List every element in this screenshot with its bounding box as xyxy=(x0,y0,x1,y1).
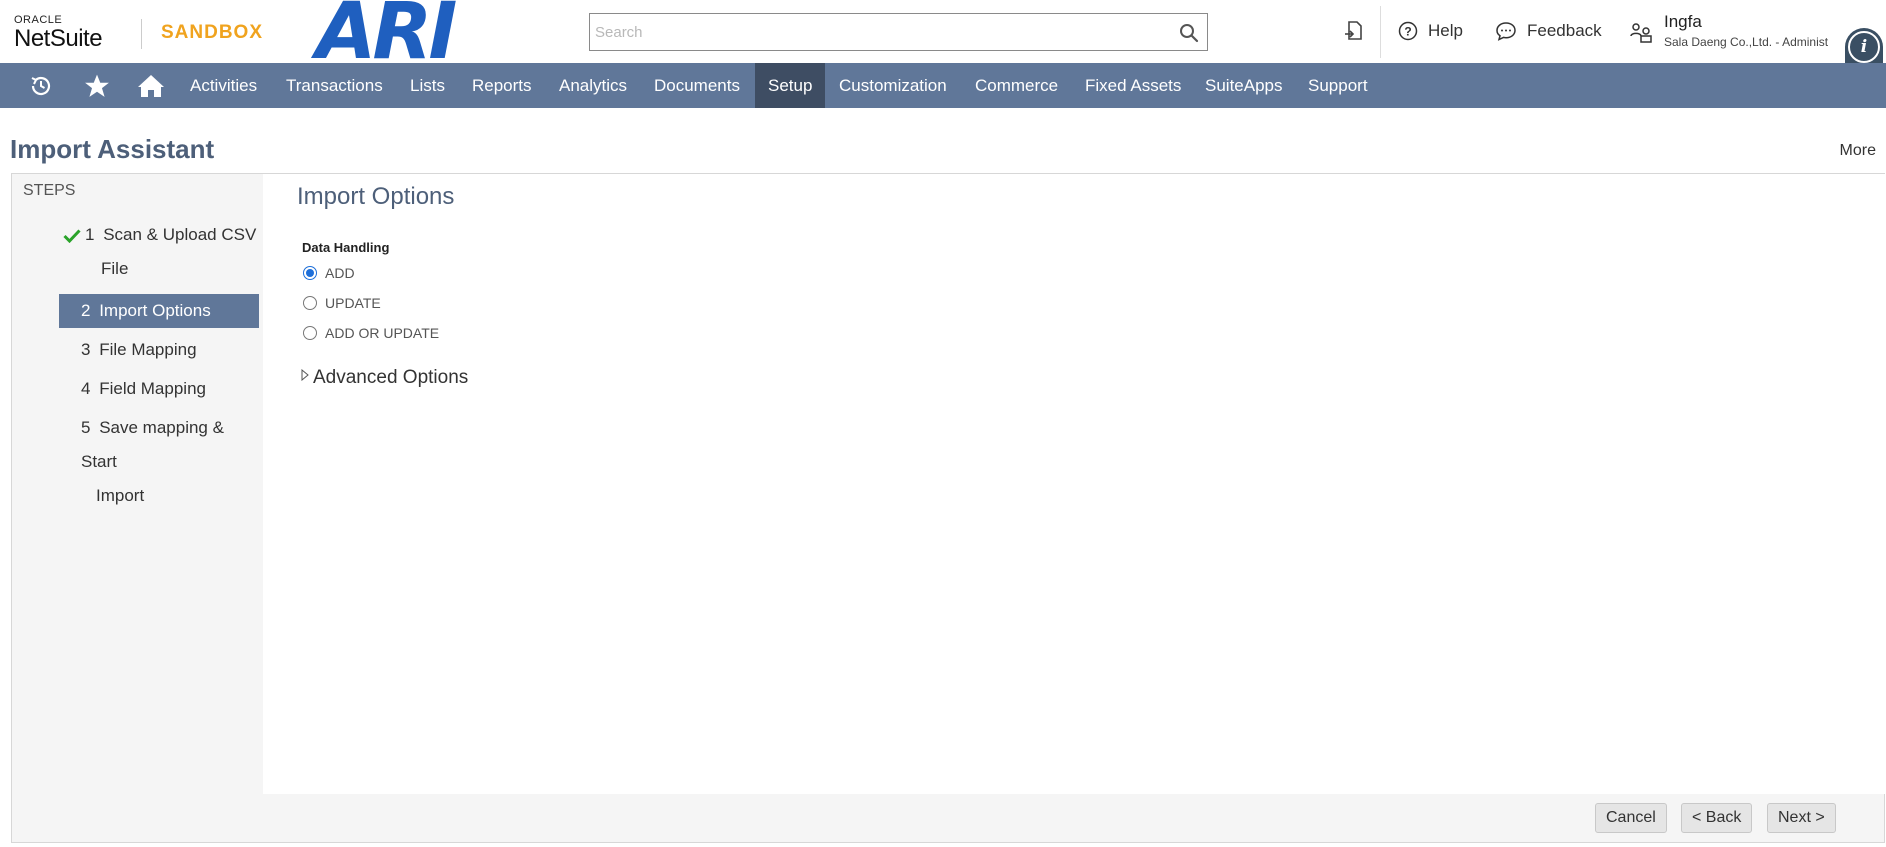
logo-divider xyxy=(141,19,142,49)
section-title: Import Options xyxy=(297,183,455,210)
radio-update[interactable] xyxy=(303,296,317,310)
home-icon[interactable] xyxy=(136,63,166,108)
option-update[interactable]: UPDATE xyxy=(303,295,381,311)
checkmark-icon xyxy=(63,229,81,243)
step-number: 4 xyxy=(81,379,91,398)
help-label: Help xyxy=(1428,21,1463,40)
company-logo: ARI xyxy=(316,0,457,77)
favorites-star-icon[interactable] xyxy=(82,63,112,108)
step-label-cont: File xyxy=(101,259,129,278)
next-button[interactable]: Next > xyxy=(1767,803,1836,833)
more-link[interactable]: More xyxy=(1840,142,1876,160)
advanced-options-toggle[interactable]: Advanced Options xyxy=(301,367,468,389)
feedback-icon xyxy=(1496,22,1516,41)
step-3[interactable]: 3 File Mapping xyxy=(59,333,259,367)
nav-reports[interactable]: Reports xyxy=(459,63,545,108)
search-input[interactable] xyxy=(590,14,1150,50)
option-label: UPDATE xyxy=(325,295,381,311)
step-label: Import Options xyxy=(99,301,211,320)
page-title: Import Assistant xyxy=(10,134,215,164)
expand-triangle-icon[interactable] xyxy=(301,369,309,381)
cancel-button[interactable]: Cancel xyxy=(1595,803,1667,833)
feedback-link[interactable]: Feedback xyxy=(1495,21,1602,41)
step-label-cont: Import xyxy=(96,486,145,505)
advanced-options-label: Advanced Options xyxy=(313,367,469,388)
nav-suiteapps[interactable]: SuiteApps xyxy=(1192,63,1296,108)
nav-fixed-assets[interactable]: Fixed Assets xyxy=(1072,63,1194,108)
nav-lists[interactable]: Lists xyxy=(397,63,458,108)
option-add[interactable]: ADD xyxy=(303,265,355,281)
step-4[interactable]: 4 Field Mapping xyxy=(59,372,259,406)
radio-add[interactable] xyxy=(303,266,317,280)
search-icon[interactable] xyxy=(1179,23,1199,43)
netsuite-wordmark: NetSuite xyxy=(14,25,103,52)
nav-analytics[interactable]: Analytics xyxy=(546,63,640,108)
step-label: File Mapping xyxy=(99,340,197,359)
user-role: Sala Daeng Co.,Ltd. - Administ xyxy=(1664,35,1829,49)
nav-customization[interactable]: Customization xyxy=(826,63,960,108)
feedback-label: Feedback xyxy=(1527,21,1602,40)
steps-panel: STEPS 1 Scan & Upload CSV File 2 Import … xyxy=(12,174,263,794)
step-5[interactable]: 5 Save mapping & Start Import xyxy=(59,411,259,505)
recent-icon[interactable] xyxy=(26,63,56,108)
nav-activities[interactable]: Activities xyxy=(177,63,270,108)
nav-transactions[interactable]: Transactions xyxy=(273,63,396,108)
data-handling-label: Data Handling xyxy=(302,240,390,255)
step-number: 1 xyxy=(85,225,95,244)
step-label: Save mapping & Start xyxy=(81,418,224,471)
radio-add-or-update[interactable] xyxy=(303,326,317,340)
main-nav: Activities Transactions Lists Reports An… xyxy=(0,63,1886,108)
step-2[interactable]: 2 Import Options xyxy=(59,294,259,328)
nav-documents[interactable]: Documents xyxy=(641,63,753,108)
step-number: 2 xyxy=(81,301,91,320)
recent-records-icon[interactable] xyxy=(1343,20,1365,47)
nav-support[interactable]: Support xyxy=(1295,63,1381,108)
nav-commerce[interactable]: Commerce xyxy=(962,63,1071,108)
option-add-or-update[interactable]: ADD OR UPDATE xyxy=(303,325,439,341)
step-number: 3 xyxy=(81,340,91,359)
help-icon: ? xyxy=(1398,21,1418,41)
option-label: ADD OR UPDATE xyxy=(325,325,440,341)
assistant-frame: STEPS 1 Scan & Upload CSV File 2 Import … xyxy=(11,173,1885,843)
steps-header: STEPS xyxy=(23,182,76,199)
step-label: Scan & Upload CSV xyxy=(103,225,257,244)
step-number: 5 xyxy=(81,418,91,437)
top-header: ORACLE NetSuite SANDBOX ARI ? Help Feedb… xyxy=(0,0,1886,71)
option-label: ADD xyxy=(325,265,355,281)
step-1[interactable]: 1 Scan & Upload CSV File xyxy=(59,218,259,286)
back-button[interactable]: < Back xyxy=(1681,803,1753,833)
info-icon[interactable]: i xyxy=(1848,31,1880,63)
netsuite-logo[interactable]: ORACLE NetSuite xyxy=(14,14,103,52)
global-search[interactable] xyxy=(589,13,1208,51)
header-divider xyxy=(1380,6,1381,58)
step-label: Field Mapping xyxy=(99,379,206,398)
sandbox-badge: SANDBOX xyxy=(161,22,264,43)
help-link[interactable]: ? Help xyxy=(1398,21,1463,41)
user-name: Ingfa xyxy=(1664,12,1702,31)
svg-text:?: ? xyxy=(1404,25,1411,39)
role-switch-icon xyxy=(1630,23,1652,43)
nav-setup[interactable]: Setup xyxy=(755,63,826,108)
content-panel: Import Options Data Handling ADD UPDATE … xyxy=(263,174,1885,794)
